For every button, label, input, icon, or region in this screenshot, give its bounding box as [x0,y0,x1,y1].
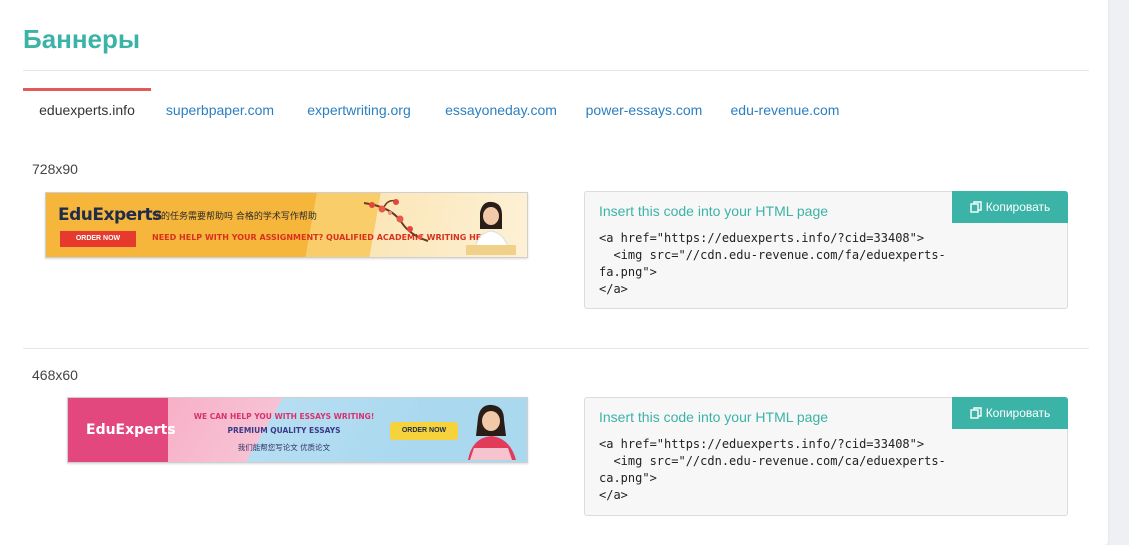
banner-cn-text: 我们能帮您写论文 优质论文 [237,443,331,452]
banner-background [46,193,527,257]
copy-icon [969,407,982,419]
embed-code-box: Insert this code into your HTML page Коп… [584,397,1068,516]
tab-edu-revenue[interactable]: edu-revenue.com [723,88,847,132]
banners-panel: Баннеры eduexperts.info superbpaper.com … [0,0,1108,545]
person-illustration [468,404,516,460]
banner-cn-text: 您的任务需要帮助吗 合格的学术写作帮助 [152,212,317,222]
banner-order-now: ORDER NOW [60,231,136,247]
banner-logo: EduExperts [86,422,176,438]
code-box-title: Insert this code into your HTML page [599,409,829,425]
copy-button[interactable]: Копировать [952,397,1068,429]
tab-expertwriting[interactable]: expertwriting.org [299,88,419,132]
title-divider [23,70,1089,71]
code-box-title: Insert this code into your HTML page [599,203,829,219]
copy-icon [969,201,982,213]
section-divider [23,348,1089,349]
tab-superbpaper[interactable]: superbpaper.com [161,88,279,132]
banner-subheadline: PREMIUM QUALITY ESSAYS [227,426,341,435]
copy-button-label: Копировать [985,406,1051,420]
tab-power-essays[interactable]: power-essays.com [581,88,707,132]
banner-order-now: ORDER NOW [390,422,458,440]
copy-button-label: Копировать [985,200,1051,214]
banner-size-label: 728x90 [32,161,78,177]
banner-logo: EduExperts [58,205,162,225]
banner-headline: WE CAN HELP YOU WITH ESSAYS WRITING! [193,412,375,421]
page-title: Баннеры [23,24,141,54]
person-illustration [466,201,516,255]
site-tabs: eduexperts.info superbpaper.com expertwr… [23,88,1089,132]
embed-code-box: Insert this code into your HTML page Коп… [584,191,1068,309]
banner-468x60-preview: EduExperts WE CAN HELP YOU WITH ESSAYS W… [67,397,528,463]
copy-button[interactable]: Копировать [952,191,1068,223]
banner-size-label: 468x60 [32,367,78,383]
embed-code-snippet[interactable]: <a href="https://eduexperts.info/?cid=33… [599,436,946,504]
embed-code-snippet[interactable]: <a href="https://eduexperts.info/?cid=33… [599,230,946,298]
banner-en-text: NEED HELP WITH YOUR ASSIGNMENT? QUALIFIE… [152,233,496,242]
blossom-illustration [363,199,429,242]
banner-728x90-preview: EduExperts ORDER NOW 您的任务需要帮助吗 合格的学术写作帮助… [45,192,528,258]
tab-essayoneday[interactable]: essayoneday.com [437,88,565,132]
tab-eduexperts[interactable]: eduexperts.info [23,88,151,132]
